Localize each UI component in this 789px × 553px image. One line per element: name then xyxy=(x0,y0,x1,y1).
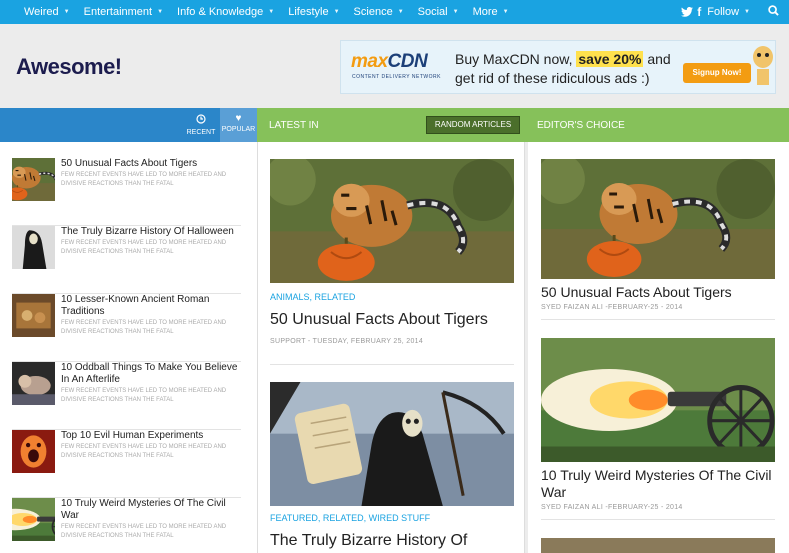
article-meta: SYED FAIZAN ALI -FEBRUARY-25 - 2014 xyxy=(541,504,683,511)
caret-down-icon: ▼ xyxy=(502,9,509,15)
list-item[interactable]: 50 Unusual Facts About Tigers FEW RECENT… xyxy=(12,158,241,226)
site-logo[interactable]: Awesome! xyxy=(16,54,122,80)
nav-item-weired[interactable]: Weired ▼ xyxy=(24,6,70,18)
article-thumbnail[interactable] xyxy=(12,226,55,269)
article-title[interactable]: 10 Oddball Things To Make You Believe In… xyxy=(61,362,239,386)
nav-item-lifestyle[interactable]: Lifestyle ▼ xyxy=(288,6,339,18)
article-image[interactable] xyxy=(541,338,775,462)
site-header: Awesome! maxCDN CONTENT DELIVERY NETWORK… xyxy=(0,24,789,108)
article-excerpt: FEW RECENT EVENTS HAVE LED TO MORE HEATE… xyxy=(61,172,227,187)
tab-editors-choice[interactable]: EDITOR'S CHOICE xyxy=(537,120,625,131)
article-title[interactable]: The Truly Bizarre History Of Halloween xyxy=(61,226,239,238)
article-image[interactable] xyxy=(270,382,514,506)
tab-latest-in[interactable]: LATEST IN xyxy=(269,120,319,131)
nav-item-entertainment[interactable]: Entertainment ▼ xyxy=(84,6,163,18)
article-title[interactable]: 10 Truly Weird Mysteries Of The Civil Wa… xyxy=(541,467,775,501)
nav-item-info-knowledge[interactable]: Info & Knowledge ▼ xyxy=(177,6,274,18)
article-title[interactable]: 10 Truly Weird Mysteries Of The Civil Wa… xyxy=(61,498,239,522)
list-item[interactable]: The Truly Bizarre History Of Halloween F… xyxy=(12,226,241,294)
caret-down-icon: ▼ xyxy=(63,9,70,15)
caret-down-icon: ▼ xyxy=(333,9,340,15)
caret-down-icon: ▼ xyxy=(744,9,750,15)
divider xyxy=(541,319,775,320)
caret-down-icon: ▼ xyxy=(397,9,404,15)
divider xyxy=(541,519,775,520)
article-thumbnail[interactable] xyxy=(12,158,55,201)
clock-icon xyxy=(183,114,219,127)
article-categories[interactable]: FEATURED, RELATED, WIRED STUFF xyxy=(270,513,430,523)
random-articles-button[interactable]: RANDOM ARTICLES xyxy=(426,116,520,134)
facebook-icon[interactable]: f xyxy=(697,5,701,19)
article-excerpt: FEW RECENT EVENTS HAVE LED TO MORE HEATE… xyxy=(61,524,227,539)
nav-item-social[interactable]: Social ▼ xyxy=(418,6,459,18)
article-thumbnail[interactable] xyxy=(12,362,55,405)
article-thumbnail[interactable] xyxy=(12,498,55,541)
tab-recent[interactable]: RECENT xyxy=(183,108,219,142)
ad-signup-button[interactable]: Signup Now! xyxy=(683,63,751,83)
article-excerpt: FEW RECENT EVENTS HAVE LED TO MORE HEATE… xyxy=(61,388,227,403)
caret-down-icon: ▼ xyxy=(268,9,275,15)
article-excerpt: FEW RECENT EVENTS HAVE LED TO MORE HEATE… xyxy=(61,240,227,255)
article-meta: SYED FAIZAN ALI -FEBRUARY-25 - 2014 xyxy=(541,304,683,311)
tab-popular[interactable]: ♥ POPULAR xyxy=(220,108,257,142)
heart-icon: ♥ xyxy=(235,113,242,124)
nav-item-more[interactable]: More ▼ xyxy=(473,6,509,18)
editors-choice-column: 50 Unusual Facts About Tigers SYED FAIZA… xyxy=(528,142,789,553)
article-title[interactable]: 50 Unusual Facts About Tigers xyxy=(541,284,775,301)
article-excerpt: FEW RECENT EVENTS HAVE LED TO MORE HEATE… xyxy=(61,320,227,335)
ad-banner[interactable]: maxCDN CONTENT DELIVERY NETWORK Buy MaxC… xyxy=(340,40,776,94)
divider xyxy=(270,364,514,365)
ad-mascot-illustration xyxy=(753,46,773,85)
follow-dropdown[interactable]: Follow ▼ xyxy=(707,6,750,18)
article-categories[interactable]: ANIMALS, RELATED xyxy=(270,292,355,302)
article-image[interactable] xyxy=(270,159,514,283)
article-image[interactable] xyxy=(541,159,775,279)
article-title[interactable]: 50 Unusual Facts About Tigers xyxy=(270,310,514,329)
article-thumbnail[interactable] xyxy=(12,294,55,337)
latest-column: ANIMALS, RELATED 50 Unusual Facts About … xyxy=(257,142,525,553)
ad-brand-logo: maxCDN xyxy=(351,51,428,72)
article-list: 50 Unusual Facts About Tigers FEW RECENT… xyxy=(12,158,241,553)
article-title[interactable]: Top 10 Evil Human Experiments xyxy=(61,430,239,442)
top-navigation: Weired ▼ Entertainment ▼ Info & Knowledge ▼… xyxy=(0,0,789,24)
search-icon[interactable] xyxy=(768,5,779,19)
article-excerpt: FEW RECENT EVENTS HAVE LED TO MORE HEATE… xyxy=(61,444,227,459)
ad-brand-tagline: CONTENT DELIVERY NETWORK xyxy=(352,74,441,80)
sidebar-list-column: 50 Unusual Facts About Tigers FEW RECENT… xyxy=(0,142,257,553)
caret-down-icon: ▼ xyxy=(157,9,164,15)
list-item[interactable]: 10 Oddball Things To Make You Believe In… xyxy=(12,362,241,430)
article-title[interactable]: The Truly Bizarre History Of xyxy=(270,531,514,550)
article-title[interactable]: 50 Unusual Facts About Tigers xyxy=(61,158,239,170)
article-title[interactable]: 10 Lesser-Known Ancient Roman Traditions xyxy=(61,294,239,318)
sidebar-tabs-bar: RECENT ♥ POPULAR xyxy=(0,108,257,142)
article-image[interactable] xyxy=(541,538,775,553)
nav-item-science[interactable]: Science ▼ xyxy=(354,6,404,18)
article-meta: SUPPORT - TUESDAY, FEBRUARY 25, 2014 xyxy=(270,338,424,345)
caret-down-icon: ▼ xyxy=(452,9,459,15)
content-tabs-bar: LATEST IN RANDOM ARTICLES EDITOR'S CHOIC… xyxy=(257,108,789,142)
list-item[interactable]: 10 Lesser-Known Ancient Roman Traditions… xyxy=(12,294,241,362)
nav-right-group: f Follow ▼ xyxy=(681,0,789,24)
article-thumbnail[interactable] xyxy=(12,430,55,473)
twitter-icon[interactable] xyxy=(681,7,694,17)
list-item[interactable]: 10 Truly Weird Mysteries Of The Civil Wa… xyxy=(12,498,241,553)
list-item[interactable]: Top 10 Evil Human Experiments FEW RECENT… xyxy=(12,430,241,498)
ad-headline: Buy MaxCDN now, save 20% and get rid of … xyxy=(455,51,671,86)
